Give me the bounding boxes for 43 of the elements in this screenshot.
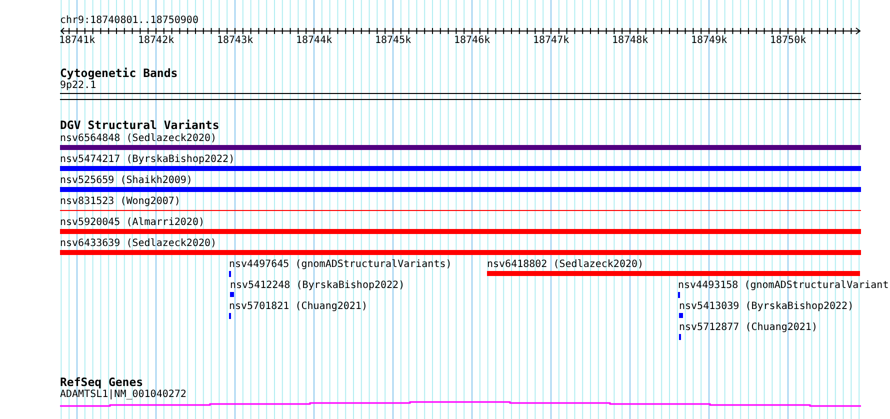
variant-label[interactable]: nsv4497645 (gnomADStructuralVariants)	[229, 259, 452, 271]
ruler-tick-label: 18747k	[533, 35, 570, 47]
variant-tick[interactable]	[229, 271, 231, 277]
variant-tick[interactable]	[229, 313, 231, 319]
variant-bar[interactable]	[60, 250, 861, 255]
ruler-tick-label: 18749k	[691, 35, 728, 47]
ruler-tick-label: 18750k	[770, 35, 806, 47]
ruler-tick-label: 18744k	[296, 35, 332, 47]
variant-tick[interactable]	[678, 292, 680, 298]
variant-bar[interactable]	[60, 229, 861, 234]
ruler-tick-label: 18745k	[375, 35, 412, 47]
variant-label[interactable]: nsv5474217 (ByrskaBishop2022)	[60, 154, 235, 166]
ruler-tick-label: 18743k	[217, 35, 254, 47]
gene-line[interactable]	[60, 401, 861, 407]
gene-label[interactable]: ADAMTSL1|NM_001040272	[60, 389, 186, 401]
track-title: Cytogenetic Bands	[60, 67, 178, 80]
ruler-tick-label: 18746k	[454, 35, 490, 47]
track-title: RefSeq Genes	[60, 376, 144, 389]
variant-label[interactable]: nsv5412248 (ByrskaBishop2022)	[230, 280, 405, 292]
ruler-tick-label: 18741k	[59, 35, 96, 47]
location-label: chr9:18740801..18750900	[60, 15, 198, 27]
variant-label[interactable]: nsv4493158 (gnomADStructuralVariant	[678, 280, 889, 292]
variant-label[interactable]: nsv6564848 (Sedlazeck2020)	[60, 133, 217, 145]
variant-bar[interactable]	[60, 187, 861, 192]
variant-bar[interactable]	[60, 145, 861, 150]
variant-bar[interactable]	[487, 271, 860, 276]
ruler-tick-label: 18742k	[138, 35, 174, 47]
variant-bar[interactable]	[679, 313, 683, 318]
band-label: 9p22.1	[60, 80, 96, 92]
variant-label[interactable]: nsv5701821 (Chuang2021)	[229, 301, 368, 313]
variant-label[interactable]: nsv5712877 (Chuang2021)	[679, 322, 818, 334]
ruler-tick-label: 18748k	[612, 35, 648, 47]
variant-bar[interactable]	[60, 166, 861, 171]
variant-line[interactable]	[60, 210, 861, 211]
variant-label[interactable]: nsv6418802 (Sedlazeck2020)	[487, 259, 644, 271]
variant-label[interactable]: nsv5920045 (Almarri2020)	[60, 217, 204, 229]
variant-label[interactable]: nsv6433639 (Sedlazeck2020)	[60, 238, 217, 250]
variant-label[interactable]: nsv525659 (Shaikh2009)	[60, 175, 192, 187]
variant-tick[interactable]	[679, 334, 681, 340]
variant-bar[interactable]	[230, 292, 234, 297]
track-title: DGV Structural Variants	[60, 119, 220, 132]
variant-label[interactable]: nsv831523 (Wong2007)	[60, 196, 180, 208]
variant-label[interactable]: nsv5413039 (ByrskaBishop2022)	[679, 301, 854, 313]
